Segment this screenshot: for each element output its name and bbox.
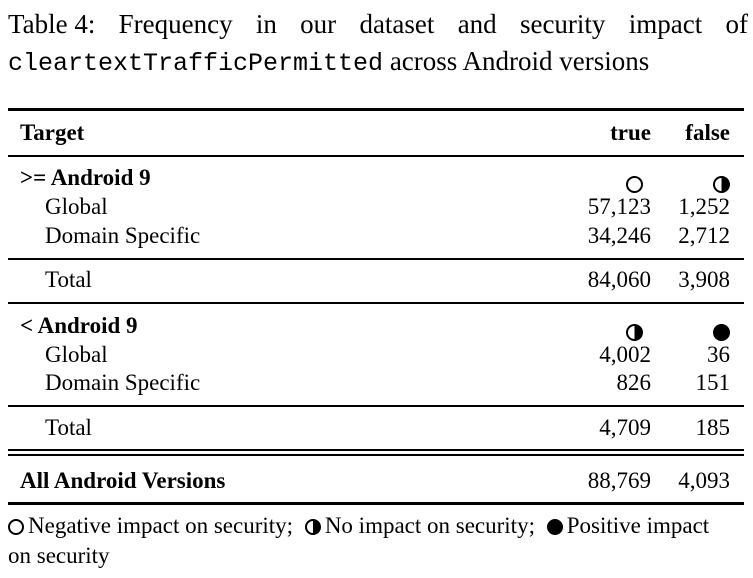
group-rule xyxy=(8,405,744,407)
group-header-row: < Android 9 xyxy=(8,311,744,341)
table-legend: Negative impact on security; No impact o… xyxy=(8,511,748,571)
filled-circle-icon xyxy=(713,324,730,341)
table-row: Global 57,123 1,252 xyxy=(45,194,730,219)
group-name: < Android 9 xyxy=(20,313,138,338)
caption-code-term: cleartextTrafficPermitted xyxy=(8,49,384,78)
table-top-rule xyxy=(8,108,744,111)
header-true: true xyxy=(610,120,651,145)
group-rule xyxy=(8,302,744,304)
legend-negative: Negative impact on security; xyxy=(28,513,294,538)
empty-circle-icon xyxy=(626,176,643,193)
header-rule xyxy=(8,155,744,157)
caption-line-2: cleartextTrafficPermitted across Android… xyxy=(8,43,748,82)
table-row: Domain Specific 34,246 2,712 xyxy=(45,223,730,248)
table-caption: Table 4: Frequency in our dataset and se… xyxy=(8,6,748,82)
table-row: Domain Specific 826 151 xyxy=(45,370,730,395)
double-rule-bottom xyxy=(8,454,744,456)
caption-prefix: Table 4: xyxy=(8,9,96,39)
half-circle-icon xyxy=(626,324,643,341)
table-bottom-rule xyxy=(8,502,744,505)
total-row: Total 4,709 185 xyxy=(45,415,730,440)
group-name: >= Android 9 xyxy=(20,165,151,190)
half-circle-icon xyxy=(713,176,730,193)
caption-tail: across Android versions xyxy=(389,46,650,76)
caption-line-1: Table 4: Frequency in our dataset and se… xyxy=(8,6,748,43)
legend-positive: Positive impact xyxy=(566,513,710,538)
table-row: Global 4,002 36 xyxy=(45,342,730,367)
half-circle-icon xyxy=(304,519,321,535)
group-rule xyxy=(8,258,744,260)
empty-circle-icon xyxy=(8,519,24,535)
overall-row: All Android Versions 88,769 4,093 xyxy=(20,468,730,493)
legend-neutral: No impact on security; xyxy=(324,513,535,538)
group-header-row: >= Android 9 xyxy=(8,163,744,193)
double-rule-top xyxy=(8,449,744,451)
legend-positive-cont: on security xyxy=(8,543,110,568)
header-target: Target xyxy=(20,120,85,145)
total-row: Total 84,060 3,908 xyxy=(45,267,730,292)
filled-circle-icon xyxy=(546,519,563,535)
table-header-row: Target true false xyxy=(8,118,744,148)
header-false: false xyxy=(685,120,730,145)
